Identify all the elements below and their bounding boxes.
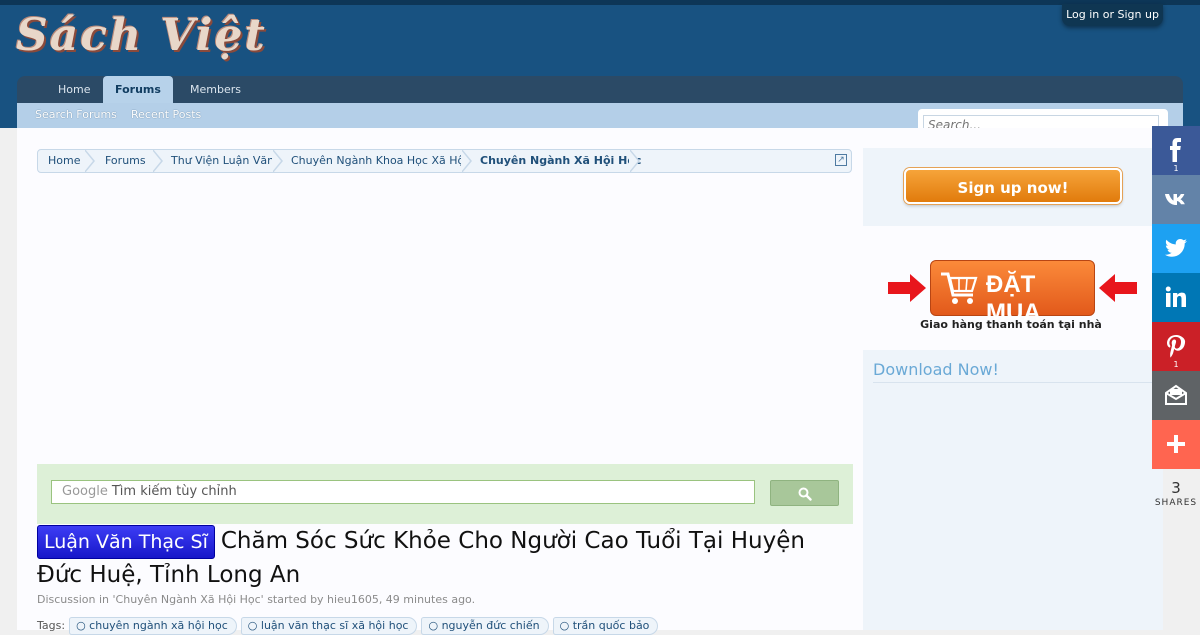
arrow-left-icon bbox=[1099, 274, 1137, 302]
share-email-button[interactable] bbox=[1152, 371, 1200, 420]
tag-item[interactable]: ○ nguyễn đức chiến bbox=[421, 617, 549, 635]
plus-icon bbox=[1167, 435, 1185, 453]
breadcrumb-forums[interactable]: Forums bbox=[105, 150, 146, 172]
order-subtitle: Giao hàng thanh toán tại nhà bbox=[920, 318, 1102, 331]
thread-meta: Discussion in 'Chuyên Ngành Xã Hội Học' … bbox=[37, 593, 476, 606]
download-title[interactable]: Download Now! bbox=[873, 360, 999, 379]
thread-tags: Tags: ○ chuyên ngành xã hội học ○ luận văn… bbox=[37, 617, 659, 635]
breadcrumb-separator bbox=[84, 149, 97, 173]
subtab-search-forums[interactable]: Search Forums bbox=[35, 103, 117, 127]
google-search-button[interactable] bbox=[770, 480, 839, 506]
jump-to-icon[interactable]: ↗ bbox=[835, 154, 847, 166]
cart-icon bbox=[941, 272, 978, 304]
share-twitter-button[interactable] bbox=[1152, 224, 1200, 273]
breadcrumb: Home Forums Thư Viện Luận Văn Chuyên Ngà… bbox=[37, 149, 852, 173]
twitter-icon bbox=[1165, 239, 1187, 257]
share-count: 1 bbox=[1173, 360, 1179, 369]
arrow-right-icon bbox=[888, 274, 926, 302]
tag-item[interactable]: ○ trần quốc bảo bbox=[552, 617, 659, 635]
tag-item[interactable]: ○ chuyên ngành xã hội học bbox=[69, 617, 237, 635]
breadcrumb-thu-vien[interactable]: Thư Viện Luận Văn bbox=[171, 150, 274, 172]
google-brand-label: Google bbox=[62, 484, 108, 499]
tab-members[interactable]: Members bbox=[190, 76, 241, 103]
login-signup-link[interactable]: Log in or Sign up bbox=[1062, 4, 1163, 26]
breadcrumb-home[interactable]: Home bbox=[48, 150, 80, 172]
breadcrumb-separator bbox=[272, 149, 285, 173]
order-banner[interactable]: ĐẶT MUA Giao hàng thanh toán tại nhà bbox=[863, 255, 1163, 345]
google-search-input[interactable]: Google Tìm kiếm tùy chỉnh bbox=[51, 480, 755, 504]
main-nav: Home Forums Members bbox=[17, 76, 1183, 104]
pinterest-icon bbox=[1167, 335, 1186, 358]
share-facebook-button[interactable]: 1 bbox=[1152, 126, 1200, 175]
download-panel: Download Now! bbox=[863, 350, 1163, 630]
facebook-icon bbox=[1170, 138, 1181, 162]
subtab-recent-posts[interactable]: Recent Posts bbox=[131, 103, 201, 127]
signup-button[interactable]: Sign up now! bbox=[904, 168, 1122, 204]
thread-prefix-badge[interactable]: Luận Văn Thạc Sĩ bbox=[37, 525, 215, 559]
google-search-panel: Google Tìm kiếm tùy chỉnh bbox=[37, 464, 853, 524]
share-more-button[interactable] bbox=[1152, 420, 1200, 469]
share-vk-button[interactable] bbox=[1152, 175, 1200, 224]
order-button[interactable]: ĐẶT MUA bbox=[930, 260, 1095, 326]
share-total-count: 3 bbox=[1171, 479, 1181, 497]
google-search-placeholder: Tìm kiếm tùy chỉnh bbox=[111, 484, 237, 499]
share-linkedin-button[interactable] bbox=[1152, 273, 1200, 322]
share-total-label: SHARES bbox=[1154, 498, 1198, 508]
breadcrumb-separator bbox=[152, 149, 165, 173]
breadcrumb-separator bbox=[629, 149, 642, 173]
email-icon bbox=[1165, 384, 1187, 405]
share-pinterest-button[interactable]: 1 bbox=[1152, 322, 1200, 371]
breadcrumb-xa-hoi-hoc[interactable]: Chuyên Ngành Xã Hội Học bbox=[480, 150, 641, 172]
vk-icon bbox=[1165, 194, 1185, 205]
divider bbox=[873, 382, 1163, 383]
tab-forums[interactable]: Forums bbox=[103, 76, 173, 104]
tag-item[interactable]: ○ luận văn thạc sĩ xã hội học bbox=[240, 617, 418, 635]
site-logo[interactable]: Sách Việt bbox=[16, 10, 267, 61]
tab-home[interactable]: Home bbox=[58, 76, 90, 103]
share-count: 1 bbox=[1173, 164, 1179, 173]
breadcrumb-khoa-hoc-xa-hoi[interactable]: Chuyên Ngành Khoa Học Xã Hội bbox=[291, 150, 467, 172]
share-rail: 1 1 bbox=[1152, 126, 1200, 469]
thread-title: Luận Văn Thạc Sĩ Chăm Sóc Sức Khỏe Cho Ng… bbox=[37, 525, 853, 591]
breadcrumb-separator bbox=[461, 149, 474, 173]
linkedin-icon bbox=[1165, 286, 1186, 307]
signup-panel: Sign up now! bbox=[863, 148, 1163, 226]
tags-label: Tags: bbox=[37, 619, 66, 632]
search-icon bbox=[798, 487, 812, 501]
